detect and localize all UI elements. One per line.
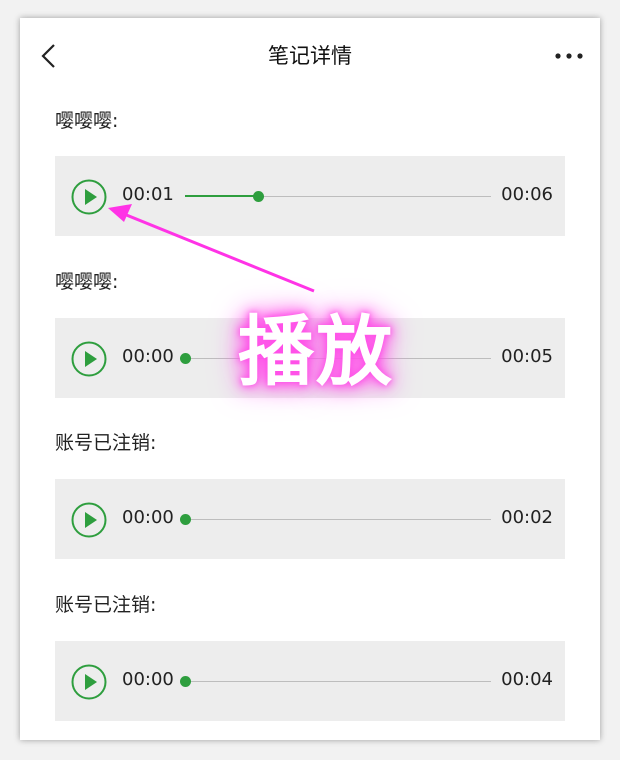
note-author-label: 嘤嘤嘤:	[55, 110, 119, 132]
note-author-label: 嘤嘤嘤:	[55, 271, 119, 293]
note-author-label: 账号已注销:	[55, 594, 157, 616]
progress-track[interactable]	[180, 514, 491, 525]
top-bar: 笔记详情	[20, 18, 600, 94]
page-title: 笔记详情	[268, 44, 352, 68]
annotation-label: 播放	[238, 307, 394, 396]
more-dots-icon[interactable]	[552, 44, 586, 68]
duration-time: 00:06	[501, 184, 553, 205]
duration-time: 00:05	[501, 346, 553, 367]
note-author-label: 账号已注销:	[55, 432, 157, 454]
duration-time: 00:04	[501, 669, 553, 690]
current-time: 00:01	[122, 184, 174, 205]
progress-thumb[interactable]	[180, 676, 191, 687]
progress-track[interactable]	[180, 676, 491, 687]
current-time: 00:00	[122, 669, 174, 690]
audio-player: 00:00 00:02	[55, 479, 565, 559]
progress-thumb[interactable]	[253, 191, 265, 202]
progress-thumb[interactable]	[180, 514, 191, 525]
audio-player: 00:00 00:04	[55, 641, 565, 721]
progress-track[interactable]	[185, 191, 491, 202]
current-time: 00:00	[122, 346, 174, 367]
audio-player: 00:01 00:06	[55, 156, 565, 236]
play-icon[interactable]	[71, 502, 107, 538]
play-icon[interactable]	[71, 341, 107, 377]
progress-fill	[185, 195, 259, 197]
play-icon[interactable]	[71, 664, 107, 700]
play-icon[interactable]	[71, 179, 107, 215]
current-time: 00:00	[122, 507, 174, 528]
duration-time: 00:02	[501, 507, 553, 528]
progress-thumb[interactable]	[180, 353, 191, 364]
